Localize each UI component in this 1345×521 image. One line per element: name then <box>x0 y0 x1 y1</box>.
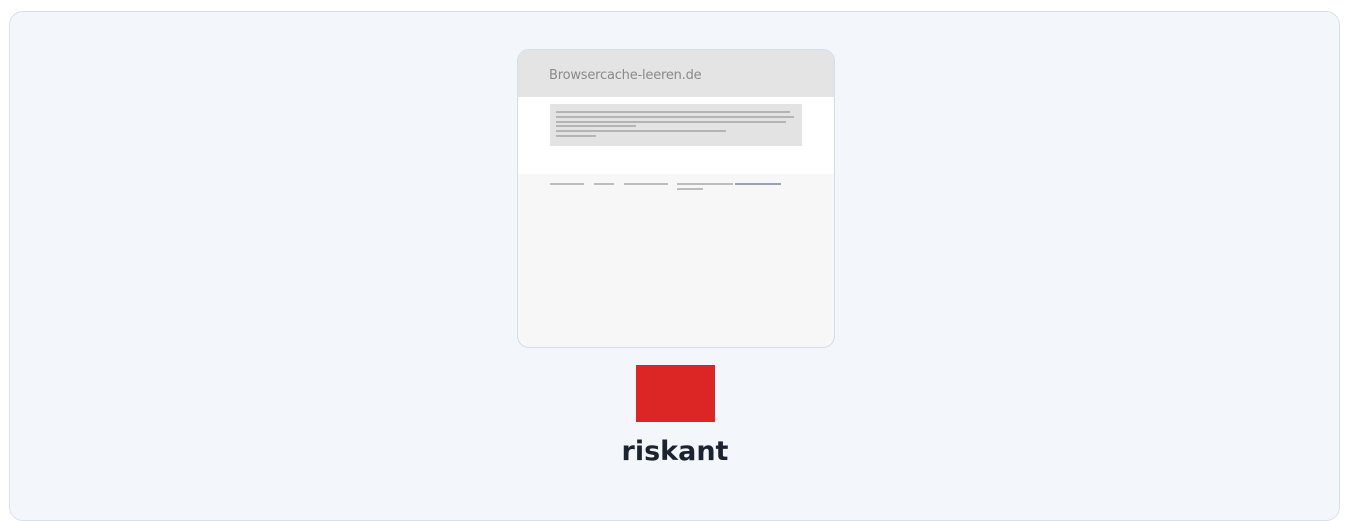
preview-content <box>518 97 834 174</box>
preview-footer-link <box>624 183 668 185</box>
website-preview-thumbnail: Browsercache-leeren.de <box>517 49 835 348</box>
preview-footer-text <box>677 188 703 190</box>
preview-text-line <box>556 130 726 132</box>
preview-footer-link <box>550 183 584 185</box>
preview-text-line <box>556 111 790 113</box>
preview-footer <box>550 181 810 193</box>
preview-notice-box <box>550 104 802 146</box>
preview-text-line <box>556 116 794 118</box>
preview-footer-link <box>735 183 781 185</box>
preview-footer-text <box>677 183 733 185</box>
preview-text-line <box>556 125 636 127</box>
risk-rating-label: riskant <box>621 436 729 467</box>
risk-indicator-badge <box>636 365 715 422</box>
preview-text-line <box>556 121 786 123</box>
preview-text-line <box>556 135 596 137</box>
preview-footer-link <box>594 183 614 185</box>
preview-header: Browsercache-leeren.de <box>518 50 834 97</box>
preview-site-title: Browsercache-leeren.de <box>549 68 702 83</box>
